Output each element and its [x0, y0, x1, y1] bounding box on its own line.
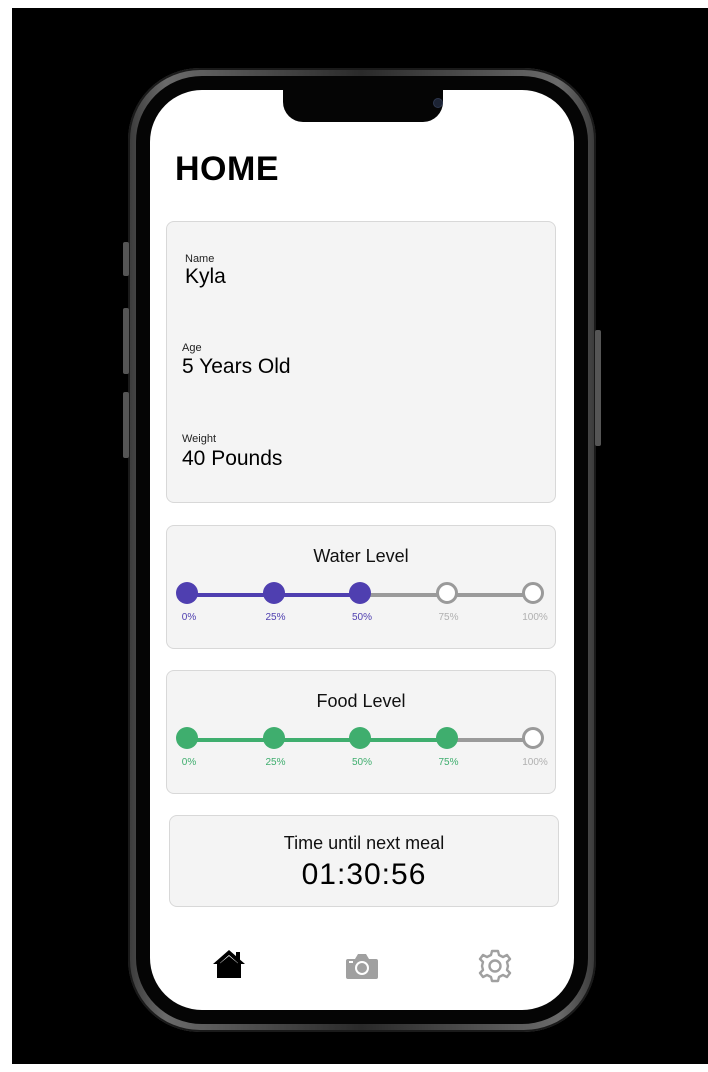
- water-level-node[interactable]: [349, 582, 371, 604]
- food-level-title: Food Level: [316, 691, 406, 711]
- food-level-tick-label: 75%: [438, 757, 459, 768]
- food-level-tick-label: 0%: [181, 757, 197, 768]
- age-label: Age: [182, 342, 202, 354]
- water-level-card: Water Level 0% 25% 50% 75% 100%: [166, 525, 556, 649]
- water-level-node[interactable]: [522, 582, 544, 604]
- tab-settings[interactable]: [478, 949, 512, 988]
- pet-info-card: Name Kyla Age 5 Years Old Weight 40 Poun…: [166, 221, 556, 503]
- tab-home[interactable]: [212, 948, 246, 985]
- volume-up-button: [123, 308, 129, 374]
- camera-icon: [346, 954, 378, 979]
- food-level-node[interactable]: [522, 727, 544, 749]
- tab-camera[interactable]: [345, 952, 379, 985]
- weight-value: 40 Pounds: [182, 447, 283, 470]
- home-icon: [213, 950, 245, 978]
- phone-screen: HOME Name Kyla Age 5 Years Old Weight 40…: [150, 90, 574, 1010]
- water-level-node[interactable]: [435, 582, 458, 604]
- notch: [283, 90, 443, 122]
- age-value: 5 Years Old: [182, 355, 291, 378]
- water-level-tick-label: 50%: [351, 612, 372, 623]
- name-label: Name: [185, 253, 215, 265]
- water-level-tick-label: 75%: [438, 612, 459, 623]
- food-level-tick-label: 25%: [265, 757, 286, 768]
- food-level-node[interactable]: [262, 727, 285, 749]
- page-title: HOME: [175, 150, 279, 188]
- water-level-node[interactable]: [262, 582, 285, 604]
- gear-icon: [478, 949, 512, 983]
- food-level-card: Food Level 0% 25% 50% 75% 100%: [166, 670, 556, 794]
- food-level-tick-label: 100%: [522, 757, 548, 768]
- water-level-title: Water Level: [313, 546, 409, 566]
- water-level-tick-label: 100%: [522, 612, 548, 623]
- meal-timer-card: Time until next meal 01:30:56: [169, 815, 559, 907]
- weight-label: Weight: [182, 433, 217, 445]
- volume-down-button: [123, 392, 129, 458]
- water-level-node[interactable]: [176, 582, 198, 604]
- front-camera-icon: [433, 98, 443, 108]
- water-level-tick-label: 0%: [181, 612, 197, 623]
- power-button: [595, 330, 601, 446]
- silent-switch: [123, 242, 129, 276]
- timer-label: Time until next meal: [283, 833, 445, 853]
- food-level-node[interactable]: [349, 727, 371, 749]
- food-level-tick-label: 50%: [351, 757, 372, 768]
- water-level-tick-label: 25%: [265, 612, 286, 623]
- timer-value: 01:30:56: [301, 858, 427, 891]
- food-level-node[interactable]: [435, 727, 458, 749]
- food-level-fill: [187, 738, 447, 742]
- food-level-node[interactable]: [176, 727, 198, 749]
- name-value: Kyla: [185, 265, 226, 288]
